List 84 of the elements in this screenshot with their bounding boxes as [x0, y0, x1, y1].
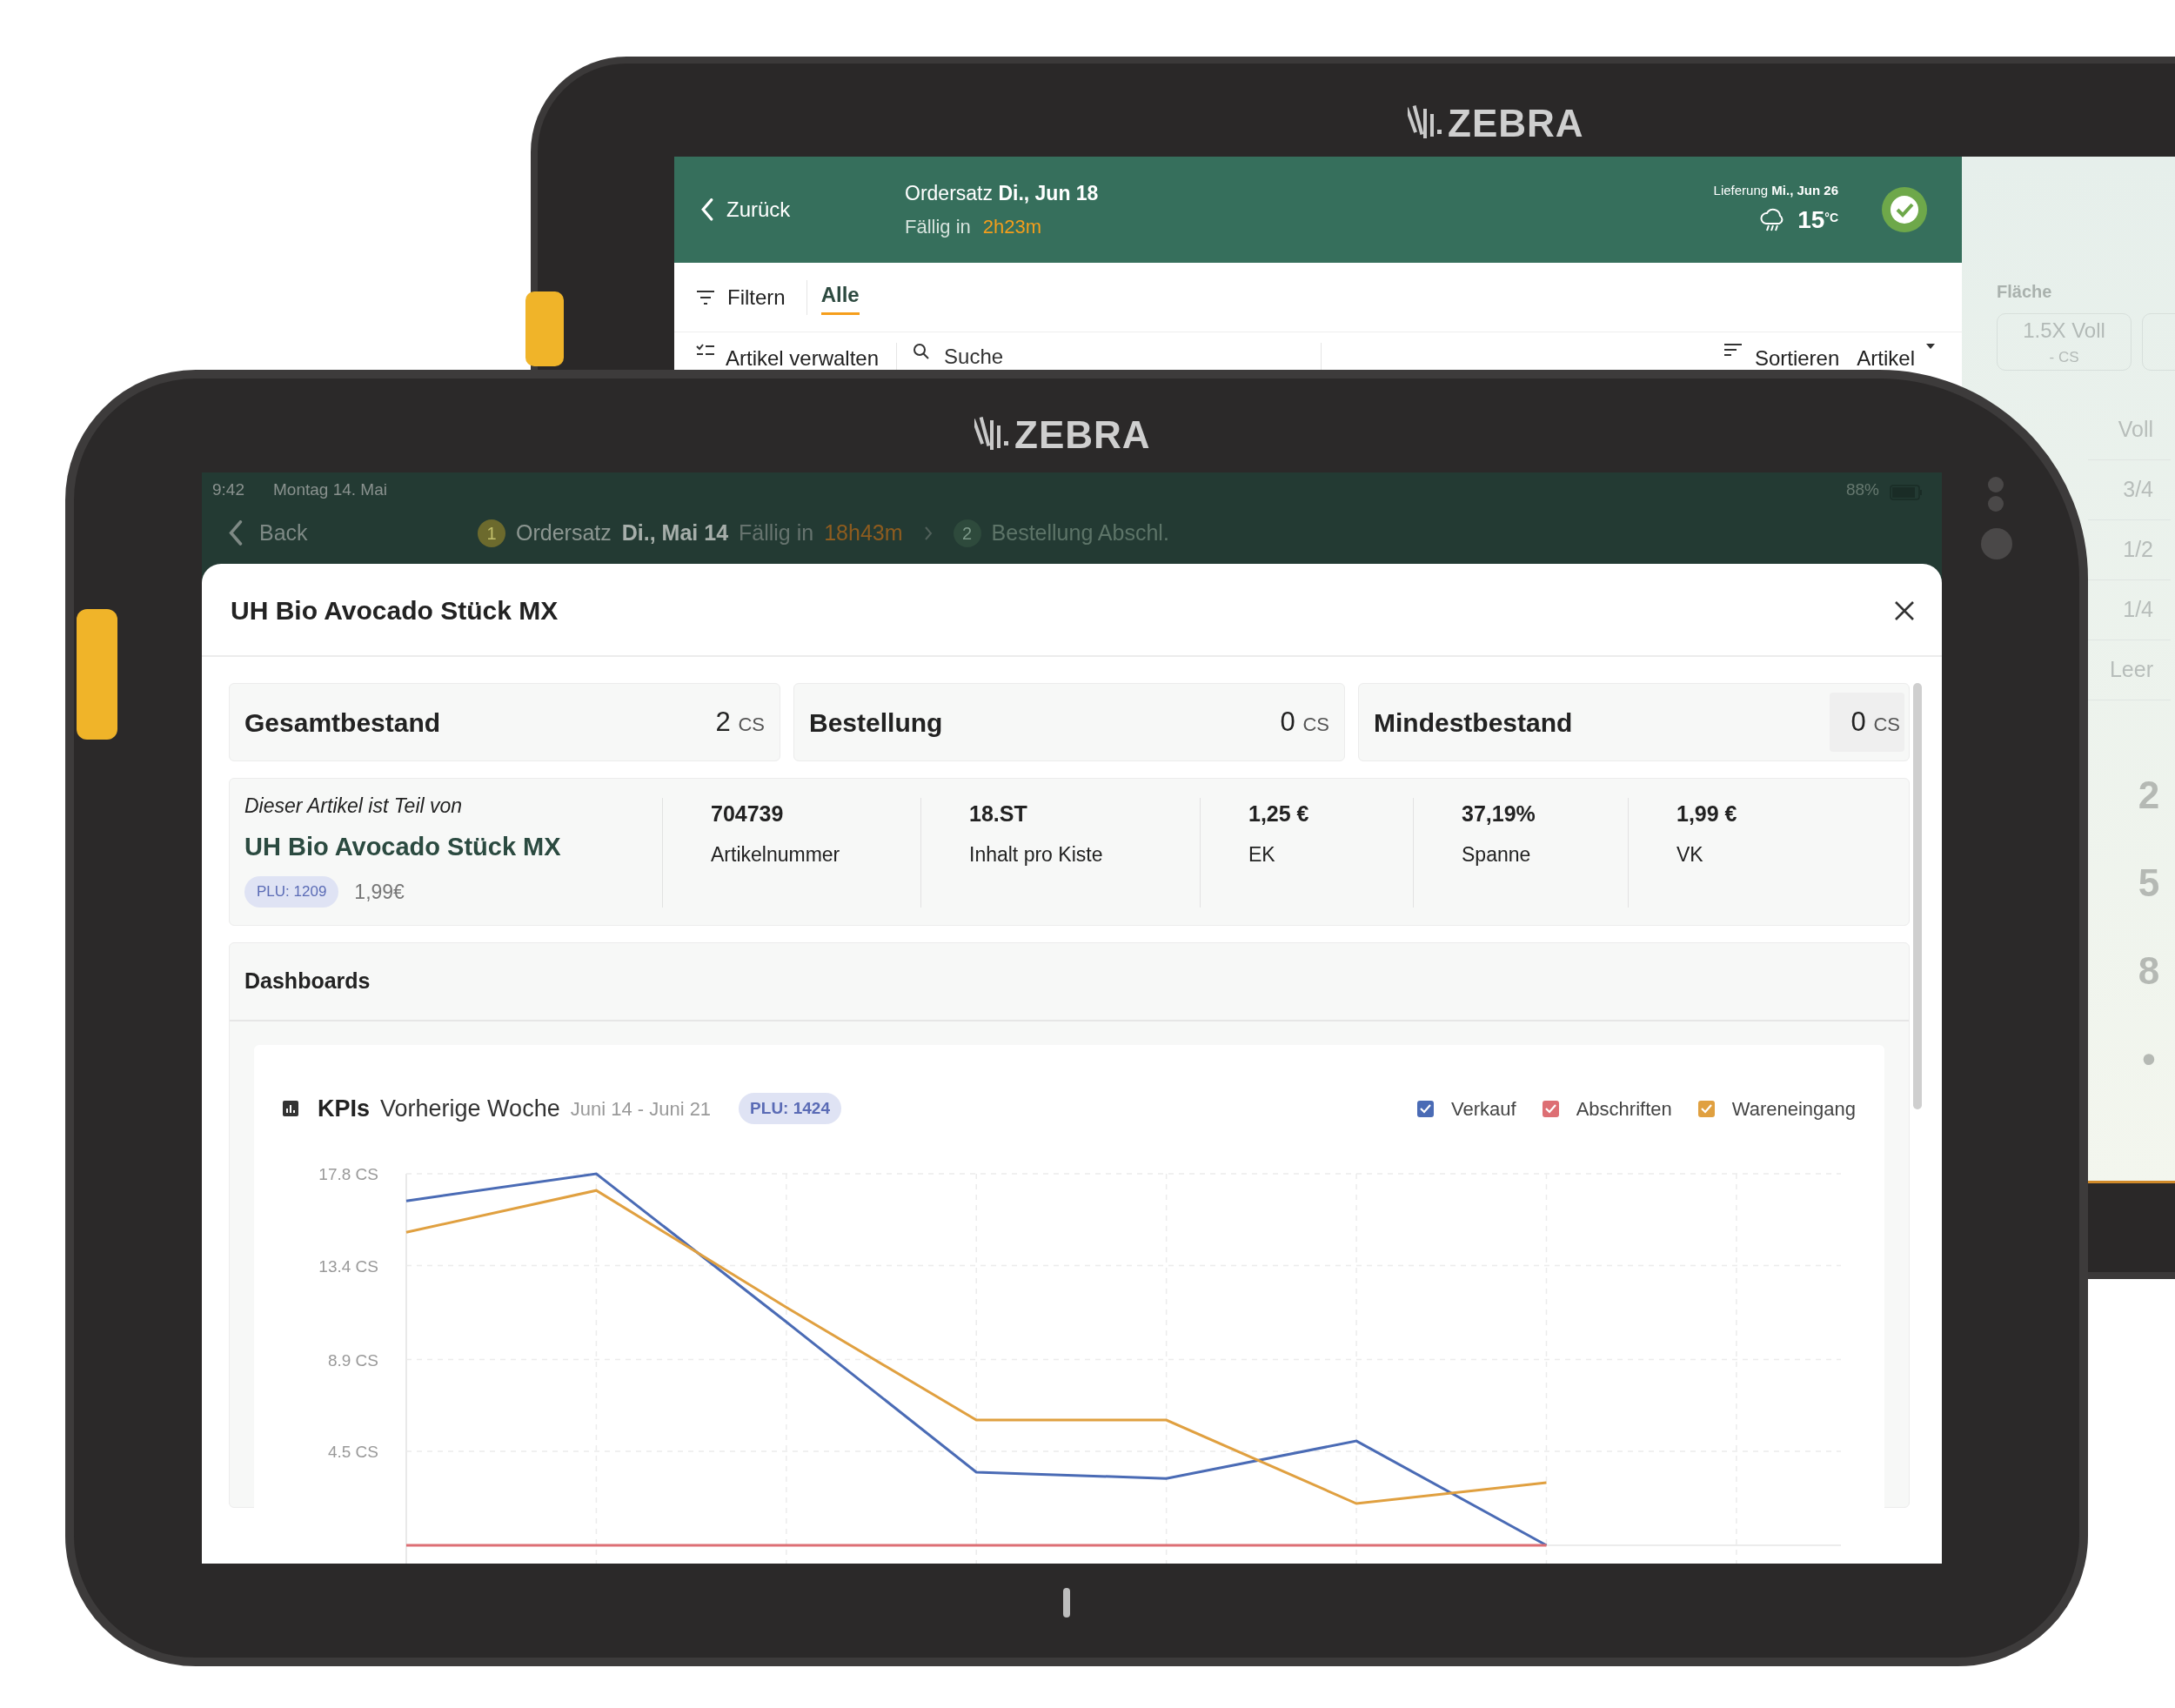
kpi-date-range: Juni 14 - Juni 21	[570, 1096, 712, 1122]
close-icon[interactable]	[1894, 599, 1915, 621]
step-label: Ordersatz	[516, 519, 612, 546]
axis-label: 4.5 CS	[327, 1443, 378, 1462]
item-price: 1,99€	[354, 879, 405, 905]
back-button[interactable]: Zurück	[700, 194, 905, 225]
parent-item-name: UH Bio Avocado Stück MX	[244, 831, 562, 862]
fact-label: EK	[1248, 841, 1276, 867]
stat-label: Mindestbestand	[1374, 707, 1573, 739]
filter-button[interactable]: Filtern	[696, 279, 807, 315]
stat-label: Bestellung	[809, 707, 943, 739]
brand-name: ZEBRA	[1448, 101, 1584, 146]
checkbox[interactable]	[1697, 1100, 1715, 1117]
filter-icon	[696, 289, 715, 305]
progress-step[interactable]: 2 Bestellung Abschl.	[953, 516, 1169, 550]
due-time: 18h43m	[824, 519, 903, 546]
filter-tab[interactable]: Alle	[820, 279, 860, 315]
camera-lens	[1981, 528, 2012, 559]
back-button[interactable]: Back	[228, 516, 478, 550]
axis-label: 17.8 CS	[318, 1165, 378, 1183]
kpi-title: KPIs	[318, 1094, 371, 1123]
stat-value: 0 CS	[1280, 705, 1329, 739]
section-title: Dashboards	[244, 968, 371, 995]
fact-label: Spanne	[1462, 841, 1532, 867]
fact-value: 37,19%	[1462, 800, 1536, 827]
checkmark-icon	[1420, 1103, 1432, 1114]
legend-label: Verkauf	[1451, 1096, 1516, 1122]
plu-badge: PLU: 1209	[244, 876, 339, 908]
caret-icon	[1925, 343, 1936, 350]
bar-chart-icon	[283, 1101, 298, 1116]
due-time: 2h23m	[982, 214, 1042, 239]
keypad-key[interactable]: 5	[2123, 839, 2175, 927]
keypad-key[interactable]: •	[2123, 1015, 2175, 1102]
search-field[interactable]: Suche	[944, 343, 1206, 370]
stat-input-field[interactable]: 0 CS	[1830, 693, 1904, 752]
legend-label: Wareneingang	[1731, 1096, 1856, 1122]
keypad-key[interactable]: 8	[2123, 927, 2175, 1015]
legend-checkbox[interactable]: Abschriften	[1542, 1094, 1672, 1123]
step-number: 2	[953, 519, 981, 547]
checkbox[interactable]	[1417, 1100, 1435, 1117]
chevron-right-icon	[923, 526, 933, 540]
axis-label: 13.4 CS	[318, 1256, 378, 1276]
status-time: 9:42	[212, 479, 245, 500]
progress-step[interactable]: 1 Ordersatz Di., Mai 14 Fällig in 18h43m	[478, 516, 903, 550]
checkbox[interactable]	[1542, 1100, 1559, 1117]
battery-percent: 88%	[1845, 479, 1879, 500]
delivery-info: Lieferung Mi., Jun 26	[1713, 181, 1838, 199]
keypad-key[interactable]: 2	[2123, 751, 2175, 839]
fact-value: 1,25 €	[1248, 800, 1310, 827]
fact-label: Artikelnummer	[711, 841, 841, 867]
stat-label: Gesamtbestand	[244, 707, 441, 739]
fact-value: 18.ST	[969, 800, 1028, 827]
checkmark-icon	[1544, 1103, 1556, 1114]
kpi-period: Vorherige Woche	[380, 1094, 560, 1123]
temperature: 15$^{°C}$	[1797, 205, 1838, 236]
checkmark-icon	[1700, 1103, 1712, 1114]
fact-label: Inhalt pro Kiste	[969, 841, 1104, 867]
plu-badge: PLU: 1424	[739, 1093, 841, 1124]
legend-checkbox[interactable]: Wareneingang	[1697, 1094, 1856, 1123]
back-icon	[700, 198, 714, 221]
home-indicator	[1063, 1588, 1070, 1618]
panel-label: Fläche	[1997, 281, 2053, 303]
sort-dropdown[interactable]: Artikel	[1857, 343, 1936, 370]
sort-button[interactable]: Sortieren	[1723, 343, 1840, 370]
stat-value: 2 CS	[715, 705, 765, 739]
search-icon	[913, 343, 931, 360]
fact-value: 1,99 €	[1676, 800, 1738, 827]
order-title: Ordersatz Di., Jun 18	[905, 181, 1099, 207]
due-label: Fällig in	[739, 519, 814, 546]
legend-label: Abschriften	[1576, 1096, 1672, 1122]
dialog-title: UH Bio Avocado Stück MX	[231, 595, 559, 626]
sort-icon	[1723, 343, 1743, 357]
fact-label: VK	[1676, 841, 1704, 867]
due-label: Fällig in	[905, 214, 971, 239]
brand-name: ZEBRA	[1014, 412, 1151, 458]
legend-checkbox[interactable]: Verkauf	[1417, 1094, 1516, 1123]
status-date: Montag 14. Mai	[273, 479, 387, 500]
fact-value: 704739	[711, 800, 785, 827]
step-date: Di., Mai 14	[621, 519, 729, 546]
step-number: 1	[478, 519, 505, 547]
back-icon	[228, 520, 244, 546]
step-label: Bestellung Abschl.	[991, 519, 1169, 546]
axis-label: 8.9 CS	[327, 1350, 378, 1370]
part-of-text: Dieser Artikel ist Teil von	[244, 794, 464, 819]
